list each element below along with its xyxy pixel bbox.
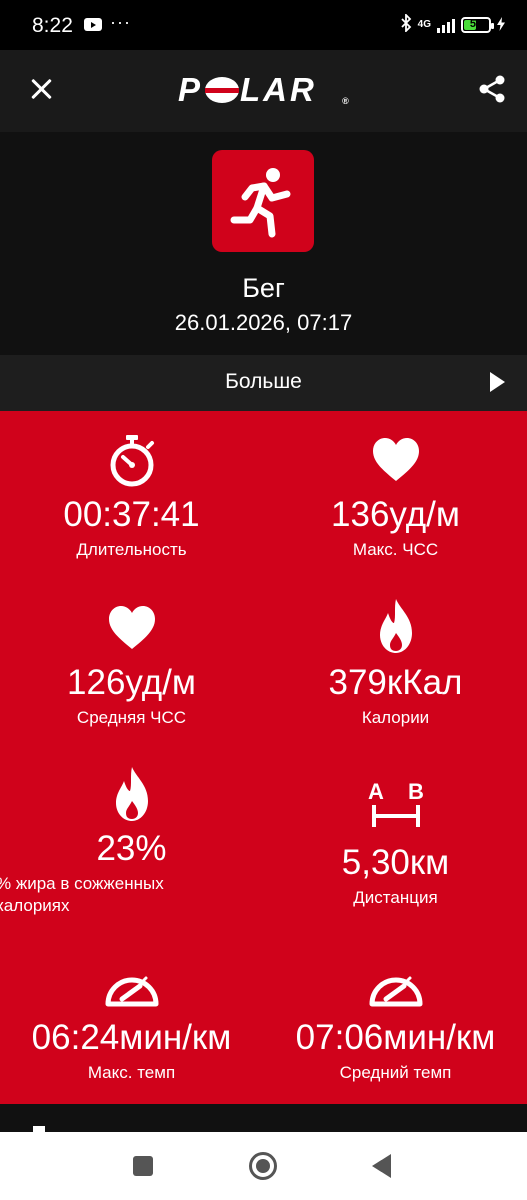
more-button[interactable]: Больше (0, 355, 527, 411)
stat-label: Дистанция (353, 888, 438, 907)
stat-value: 5,30км (341, 843, 450, 882)
close-button[interactable] (24, 72, 58, 106)
running-icon (212, 150, 314, 252)
session-datetime: 26.01.2026, 07:17 (174, 310, 353, 335)
stat-label: Макс. темп (87, 1063, 176, 1082)
flame-icon (379, 599, 412, 653)
stat-label: Средняя ЧСС (76, 708, 187, 727)
next-section-edge (0, 1104, 527, 1132)
stat-fat-percent: 23% % жира в сожженных калориях (0, 765, 263, 917)
stat-label-line: % жира в сожженных (0, 874, 164, 893)
recent-apps-button[interactable] (133, 1156, 153, 1176)
stats-grid: 00:37:41 Длительность 136уд/м Макс. ЧСС … (0, 411, 527, 1104)
charging-icon (497, 16, 505, 34)
stat-distance: A B 5,30км Дистанция (264, 779, 527, 909)
more-label: Больше (225, 370, 302, 393)
stopwatch-icon (110, 435, 154, 487)
status-time: 8:22 (32, 14, 73, 37)
flame-icon (115, 767, 148, 821)
heart-icon (108, 606, 155, 649)
svg-text:A: A (368, 779, 384, 804)
svg-text:®: ® (342, 96, 351, 106)
back-button[interactable] (372, 1154, 391, 1178)
stat-label: Калории (361, 708, 430, 727)
share-icon (479, 75, 505, 103)
play-arrow-icon (490, 372, 505, 392)
stat-max-hr: 136уд/м Макс. ЧСС (264, 433, 527, 561)
svg-text:LAR: LAR (240, 71, 317, 108)
bluetooth-icon (400, 12, 412, 37)
more-notifications-icon: ··· (110, 12, 131, 32)
network-type-label: 4G (417, 19, 431, 30)
status-indicators: 4G 50 (400, 12, 505, 37)
stat-label: Длительность (76, 540, 187, 559)
speedometer-icon (369, 976, 422, 1007)
distance-ab-icon: A B (368, 779, 424, 827)
session-summary: Бег 26.01.2026, 07:17 (0, 132, 527, 355)
battery-level: 50 (469, 18, 483, 30)
system-navigation-bar (0, 1132, 527, 1200)
app-header: P LAR ® (0, 50, 527, 132)
stat-value: 379кКал (328, 663, 463, 702)
svg-text:B: B (408, 779, 424, 804)
stat-label: Макс. ЧСС (352, 540, 439, 559)
svg-text:P: P (178, 71, 202, 108)
youtube-notification-icon (84, 18, 102, 31)
stat-value: 06:24мин/км (31, 1018, 232, 1057)
home-button[interactable] (249, 1152, 277, 1180)
sport-name: Бег (242, 273, 285, 303)
stat-calories: 379кКал Калории (264, 597, 527, 729)
polar-logo-graphic: P LAR ® (178, 71, 351, 108)
stat-value: 136уд/м (331, 495, 460, 534)
stat-label: Средний темп (339, 1063, 452, 1082)
share-button[interactable] (477, 74, 507, 104)
stat-avg-pace: 07:06мин/км Средний темп (264, 966, 527, 1084)
stat-label-line: калориях (0, 896, 70, 915)
stat-avg-hr: 126уд/м Средняя ЧСС (0, 601, 263, 729)
speedometer-icon (105, 976, 158, 1007)
stat-label: % жира в сожженных калориях (0, 873, 263, 917)
battery-icon: 50 (461, 17, 494, 33)
stat-value: 07:06мин/км (295, 1018, 496, 1057)
status-bar: 8:22 ··· 4G 50 (0, 0, 527, 50)
stat-value: 00:37:41 (63, 495, 200, 534)
stat-duration: 00:37:41 Длительность (0, 433, 263, 561)
stat-value: 126уд/м (67, 663, 196, 702)
heart-icon (372, 438, 419, 481)
stat-max-pace: 06:24мин/км Макс. темп (0, 966, 263, 1084)
polar-logo: P LAR ® (178, 70, 353, 110)
stat-value: 23% (96, 829, 167, 868)
signal-strength-icon (437, 17, 455, 33)
